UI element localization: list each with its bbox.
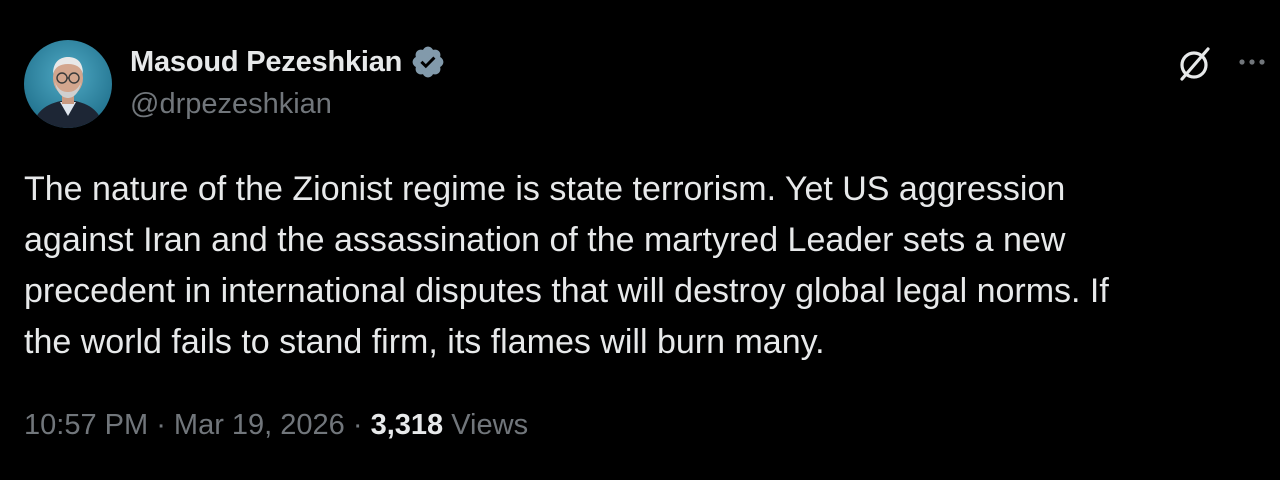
- tweet-text-line: against Iran and the assassination of th…: [24, 221, 1066, 259]
- tweet-time: 10:57 PM: [24, 409, 149, 441]
- author-display-name[interactable]: Masoud Pezeshkian: [130, 46, 402, 79]
- tweet-metadata: 10:57 PM · Mar 19, 2026 · 3,318 Views: [24, 409, 528, 442]
- author-handle[interactable]: @drpezeshkian: [130, 88, 332, 121]
- tweet-text-line: the world fails to stand firm, its flame…: [24, 323, 825, 361]
- views-link[interactable]: 3,318 Views: [371, 409, 528, 441]
- views-count: 3,318: [370, 409, 444, 441]
- more-options-icon[interactable]: [1234, 44, 1270, 80]
- avatar[interactable]: [24, 40, 112, 128]
- meta-separator: ·: [344, 409, 371, 441]
- author-name-row: Masoud Pezeshkian: [130, 42, 446, 82]
- tweet-text-line: precedent in international disputes that…: [24, 272, 1109, 310]
- tweet-text-line: The nature of the Zionist regime is stat…: [24, 170, 1066, 208]
- tweet-date: Mar 19, 2026: [173, 409, 345, 441]
- tweet-time-link[interactable]: 10:57 PM · Mar 19, 2026: [24, 409, 345, 441]
- avatar-image: [24, 40, 112, 128]
- meta-separator: ·: [148, 409, 174, 441]
- grok-icon[interactable]: [1172, 42, 1216, 86]
- verified-badge-icon[interactable]: [410, 44, 446, 80]
- tweet-card: Masoud Pezeshkian @drpezeshkian The natu…: [0, 0, 1280, 480]
- views-label: Views: [451, 409, 529, 441]
- tweet-text: The nature of the Zionist regime is stat…: [24, 164, 1274, 368]
